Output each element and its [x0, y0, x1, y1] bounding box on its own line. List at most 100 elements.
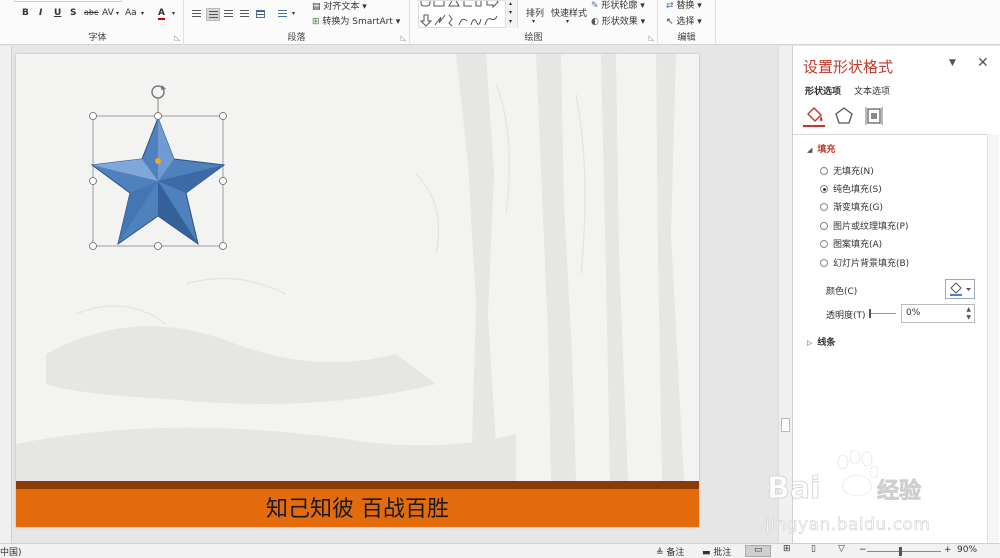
- radio-gradient-fill[interactable]: 渐变填充(G): [820, 200, 883, 214]
- status-bar: 中国) ≜ 备注 ▬ 批注 ▭ ⊞ ▯ ▽ − + 90%: [0, 543, 1000, 558]
- shadow-button[interactable]: S: [70, 8, 76, 18]
- transparency-slider-thumb[interactable]: [869, 309, 871, 318]
- spin-up-icon[interactable]: ▲: [966, 306, 971, 313]
- distribute-button[interactable]: [254, 8, 268, 21]
- resize-handle[interactable]: [89, 242, 97, 250]
- resize-handle[interactable]: [154, 112, 162, 120]
- resize-handle[interactable]: [89, 177, 97, 185]
- char-spacing-button[interactable]: AV: [102, 8, 114, 18]
- radio-label: 图片或纹理填充(P): [833, 222, 909, 232]
- slide-canvas[interactable]: 知己知彼 百战百胜: [16, 54, 699, 527]
- normal-view-button[interactable]: ▭: [745, 545, 771, 557]
- close-icon[interactable]: ✕: [977, 55, 989, 71]
- rotate-handle-icon[interactable]: [151, 85, 166, 99]
- radio-button[interactable]: [820, 240, 828, 248]
- slideshow-button[interactable]: ▽: [830, 544, 856, 557]
- smartart-icon: ⊞: [312, 17, 320, 27]
- dialog-launcher-icon[interactable]: ◺: [401, 34, 406, 42]
- chevron-down-icon[interactable]: ▾: [116, 10, 119, 17]
- paragraph-group-label: 段落: [287, 33, 306, 43]
- resize-handle[interactable]: [89, 112, 97, 120]
- transparency-slider[interactable]: [870, 313, 896, 314]
- footer-slogan[interactable]: 知己知彼 百战百胜: [16, 491, 699, 523]
- change-case-button[interactable]: Aa: [125, 8, 137, 18]
- bold-button[interactable]: B: [22, 8, 29, 18]
- font-color-button[interactable]: A: [158, 8, 165, 20]
- slide-sorter-button[interactable]: ⊞: [775, 544, 801, 557]
- zoom-out-button[interactable]: −: [859, 545, 867, 555]
- resize-handle[interactable]: [219, 242, 227, 250]
- zoom-slider-thumb[interactable]: [899, 547, 902, 556]
- spin-down-icon[interactable]: ▼: [966, 314, 971, 321]
- radio-button[interactable]: [820, 259, 828, 267]
- editor-scroll-thumb[interactable]: [781, 418, 790, 432]
- radio-slide-bg-fill[interactable]: 幻灯片背景填充(B): [820, 256, 909, 270]
- zoom-level[interactable]: 90%: [957, 545, 977, 555]
- line-section-header[interactable]: ▷ 线条: [807, 335, 835, 348]
- shapes-gallery[interactable]: [418, 0, 518, 28]
- radio-button[interactable]: [820, 167, 828, 175]
- chevron-down-icon[interactable]: ▾: [172, 10, 175, 17]
- fill-section-label: 填充: [817, 145, 836, 155]
- drawing-group-label: 绘图: [524, 33, 543, 43]
- pane-scrollbar[interactable]: [987, 134, 999, 543]
- fill-line-tab[interactable]: [803, 105, 825, 127]
- resize-handle[interactable]: [219, 177, 227, 185]
- tab-text-options[interactable]: 文本选项: [854, 84, 890, 97]
- radio-button[interactable]: [820, 203, 828, 211]
- radio-pattern-fill[interactable]: 图案填充(A): [820, 237, 882, 251]
- fill-color-button[interactable]: [945, 279, 975, 299]
- notes-button[interactable]: ≜ 备注: [656, 545, 684, 558]
- italic-button[interactable]: I: [39, 8, 42, 18]
- align-right-button[interactable]: [222, 8, 236, 21]
- fill-section-header[interactable]: ◢ 填充: [807, 142, 835, 155]
- radio-label: 图案填充(A): [833, 240, 883, 250]
- chevron-down-icon[interactable]: ▾: [292, 10, 295, 17]
- radio-no-fill[interactable]: 无填充(N): [820, 164, 874, 178]
- chevron-down-icon[interactable]: ▾: [509, 9, 512, 16]
- tab-shape-options[interactable]: 形状选项: [805, 84, 841, 97]
- zoom-slider[interactable]: [867, 551, 941, 552]
- comments-button[interactable]: ▬ 批注: [702, 545, 731, 558]
- justify-button[interactable]: [238, 8, 252, 21]
- align-center-button[interactable]: [206, 8, 220, 21]
- shape-effects-button[interactable]: ◐ 形状效果 ▾: [591, 14, 645, 27]
- dialog-launcher-icon[interactable]: ◺: [649, 34, 654, 42]
- radio-button[interactable]: [820, 222, 828, 230]
- chevron-down-icon[interactable]: ▾: [141, 10, 144, 17]
- chevron-up-icon[interactable]: ▴: [509, 0, 512, 7]
- columns-button[interactable]: [276, 8, 290, 21]
- editing-group-label: 编辑: [677, 33, 696, 43]
- select-button[interactable]: ↖ 选择 ▾: [666, 14, 702, 27]
- align-left-button[interactable]: [190, 8, 204, 21]
- radio-label: 幻灯片背景填充(B): [833, 259, 910, 269]
- strikethrough-button[interactable]: abc: [84, 8, 98, 17]
- chevron-down-icon[interactable]: ▾: [566, 18, 569, 25]
- chevron-down-icon[interactable]: ▾: [532, 18, 535, 25]
- dialog-launcher-icon[interactable]: ◺: [175, 34, 180, 42]
- editor-scrollbar[interactable]: [778, 46, 792, 543]
- shapes-scroll[interactable]: ▴ ▾ ▾: [505, 0, 517, 28]
- more-icon[interactable]: ▾: [509, 18, 512, 25]
- language-status[interactable]: 中国): [0, 545, 22, 558]
- convert-smartart-button[interactable]: ⊞ 转换为 SmartArt ▾: [312, 14, 400, 27]
- radio-button[interactable]: [820, 185, 828, 193]
- adjust-handle[interactable]: [155, 158, 161, 164]
- underline-button[interactable]: U: [54, 8, 61, 18]
- shape-outline-button[interactable]: ✎ 形状轮廓 ▾: [591, 0, 645, 11]
- replace-button[interactable]: ⇄ 替换 ▾: [666, 0, 702, 11]
- zoom-in-button[interactable]: +: [944, 545, 952, 555]
- star-shape[interactable]: [88, 82, 228, 257]
- align-text-button[interactable]: ▤ 对齐文本 ▾: [312, 0, 367, 12]
- resize-handle[interactable]: [219, 112, 227, 120]
- resize-handle[interactable]: [154, 242, 162, 250]
- radio-picture-fill[interactable]: 图片或纹理填充(P): [820, 219, 908, 233]
- normal-view-icon: ▭: [754, 545, 763, 555]
- chevron-down-icon[interactable]: ▼: [949, 58, 956, 68]
- size-properties-tab[interactable]: [863, 105, 885, 127]
- transparency-input[interactable]: 0% ▲ ▼: [901, 304, 975, 323]
- radio-solid-fill[interactable]: 纯色填充(S): [820, 182, 882, 196]
- effects-tab[interactable]: [833, 105, 855, 127]
- thumbnail-pane-edge[interactable]: [0, 46, 12, 543]
- reading-view-button[interactable]: ▯: [803, 544, 829, 557]
